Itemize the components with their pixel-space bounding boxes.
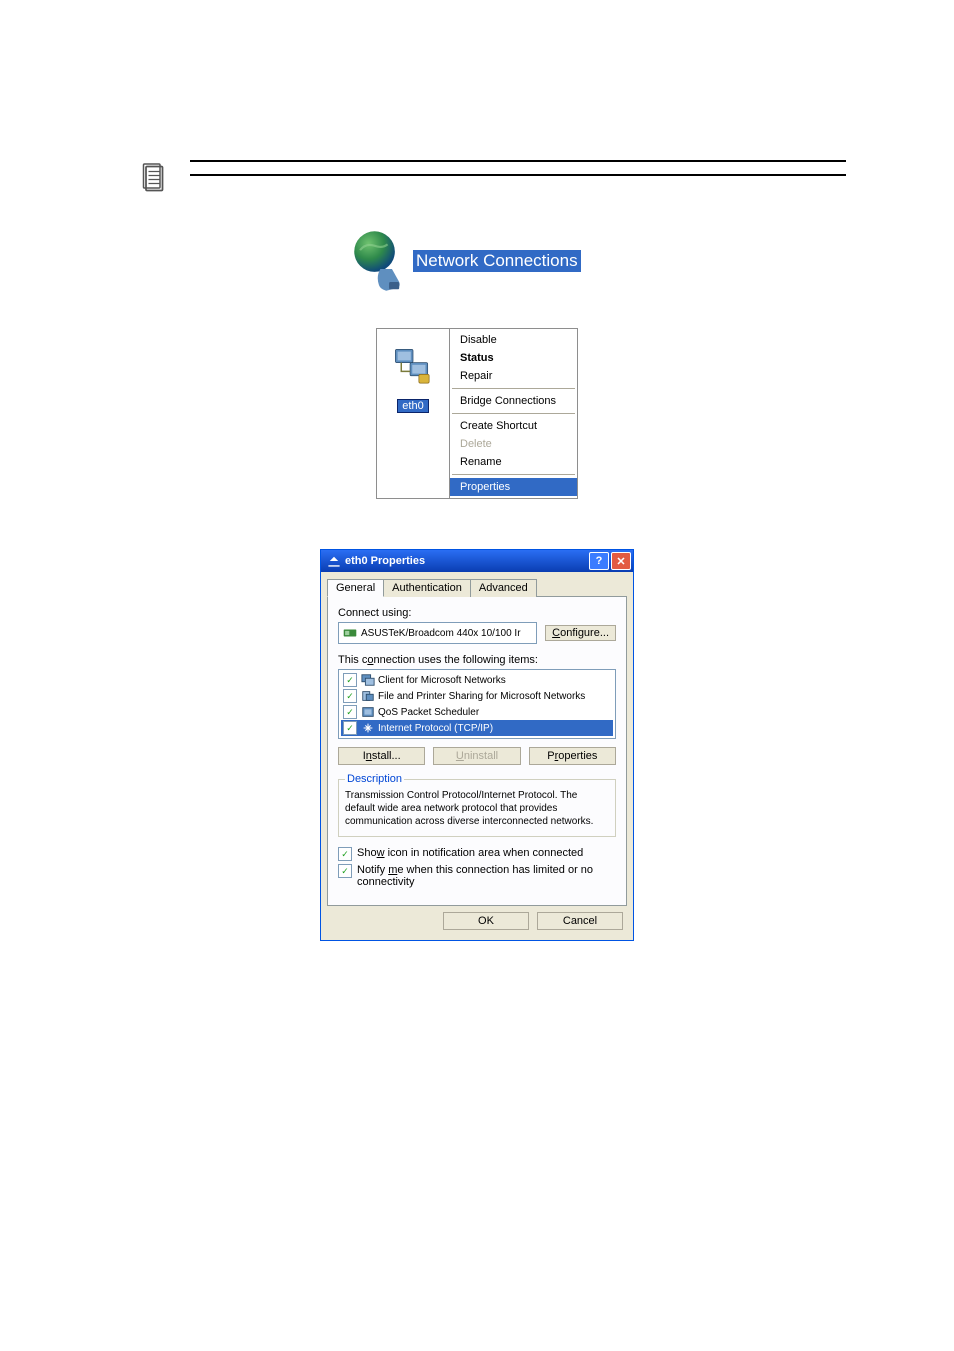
list-item: ✓ File and Printer Sharing for Microsoft… (341, 688, 613, 704)
ok-button[interactable]: OK (443, 912, 529, 930)
tab-general[interactable]: General (327, 579, 384, 597)
list-item-label: QoS Packet Scheduler (378, 707, 479, 718)
document-icon (140, 162, 166, 192)
note-row (140, 160, 954, 192)
checkbox-icon[interactable]: ✓ (343, 689, 357, 703)
checkbox-icon[interactable]: ✓ (343, 673, 357, 687)
adapter-icon (327, 554, 341, 568)
uninstall-button: Uninstall (433, 747, 520, 765)
nic-icon (343, 627, 357, 639)
adapter-name: ASUSTeK/Broadcom 440x 10/100 Ir (361, 628, 521, 639)
checkbox-notify[interactable]: ✓ (338, 864, 352, 878)
checkbox-show-icon[interactable]: ✓ (338, 847, 352, 861)
install-button[interactable]: Install... (338, 747, 425, 765)
tab-authentication[interactable]: Authentication (383, 579, 471, 597)
description-text: Transmission Control Protocol/Internet P… (345, 789, 609, 828)
connection-icon (391, 345, 435, 389)
cancel-button[interactable]: Cancel (537, 912, 623, 930)
ctx-separator (452, 388, 575, 389)
list-item: ✓ QoS Packet Scheduler (341, 704, 613, 720)
checkbox-icon[interactable]: ✓ (343, 721, 357, 735)
properties-button[interactable]: Properties (529, 747, 616, 765)
show-icon-label: Show icon in notification area when conn… (357, 847, 583, 859)
items-label: This connection uses the following items… (338, 654, 616, 666)
ctx-separator (452, 474, 575, 475)
list-item-label: Internet Protocol (TCP/IP) (378, 723, 493, 734)
help-button[interactable]: ? (589, 552, 609, 570)
configure-button[interactable]: Configure... (545, 625, 616, 641)
context-menu: Disable Status Repair Bridge Connections… (449, 329, 577, 498)
tcpip-icon (361, 721, 375, 735)
ctx-status[interactable]: Status (450, 349, 577, 367)
qos-icon (361, 705, 375, 719)
network-connections-icon (347, 228, 405, 294)
ctx-properties[interactable]: Properties (450, 478, 577, 496)
list-item-label: File and Printer Sharing for Microsoft N… (378, 691, 585, 702)
fileprint-icon (361, 689, 375, 703)
adapter-field[interactable]: ASUSTeK/Broadcom 440x 10/100 Ir (338, 622, 537, 644)
dialog-title: eth0 Properties (345, 555, 587, 567)
ctx-shortcut[interactable]: Create Shortcut (450, 417, 577, 435)
list-item-label: Client for Microsoft Networks (378, 675, 506, 686)
eth0-properties-dialog: eth0 Properties ? ✕ General Authenticati… (320, 549, 634, 941)
connect-using-label: Connect using: (338, 607, 616, 619)
ctx-disable[interactable]: Disable (450, 331, 577, 349)
checkbox-icon[interactable]: ✓ (343, 705, 357, 719)
ctx-separator (452, 413, 575, 414)
tab-panel-general: Connect using: ASUSTeK/Broadcom 440x 10/… (327, 596, 627, 906)
ctx-rename[interactable]: Rename (450, 453, 577, 471)
client-icon (361, 673, 375, 687)
close-button[interactable]: ✕ (611, 552, 631, 570)
ctx-delete: Delete (450, 435, 577, 453)
ctx-repair[interactable]: Repair (450, 367, 577, 385)
notify-label: Notify me when this connection has limit… (357, 864, 616, 888)
note-text (190, 160, 846, 176)
network-connections-item[interactable]: Network Connections (347, 228, 607, 294)
eth0-label[interactable]: eth0 (397, 399, 428, 413)
tab-advanced[interactable]: Advanced (470, 579, 537, 597)
ctx-bridge[interactable]: Bridge Connections (450, 392, 577, 410)
components-listbox[interactable]: ✓ Client for Microsoft Networks ✓ File a… (338, 669, 616, 739)
list-item: ✓ Client for Microsoft Networks (341, 672, 613, 688)
description-legend: Description (345, 773, 404, 785)
list-item: ✓ Internet Protocol (TCP/IP) (341, 720, 613, 736)
connection-context-block: eth0 Disable Status Repair Bridge Connec… (376, 328, 578, 499)
network-connections-label: Network Connections (413, 250, 581, 272)
description-group: Description Transmission Control Protoco… (338, 773, 616, 837)
dialog-titlebar[interactable]: eth0 Properties ? ✕ (321, 550, 633, 572)
